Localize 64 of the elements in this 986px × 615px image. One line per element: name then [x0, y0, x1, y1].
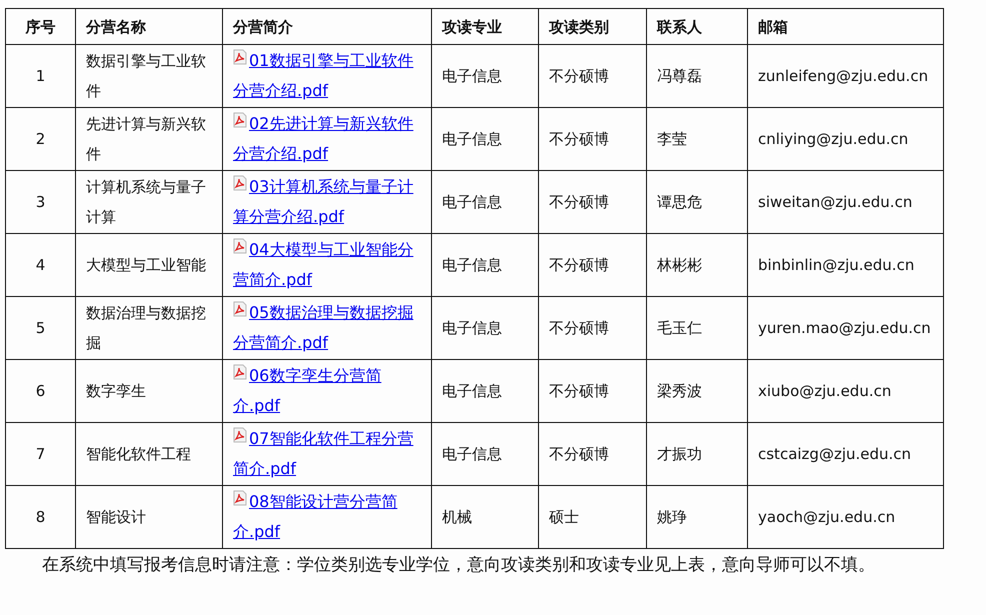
table-cell: 电子信息 — [432, 170, 538, 234]
table-cell: 不分硕博 — [538, 360, 646, 422]
table-cell: 电子信息 — [432, 234, 538, 296]
table-cell: 3 — [6, 170, 76, 234]
table-cell: 不分硕博 — [538, 296, 646, 360]
note-paragraph: 在系统中填写报考信息时请注意：学位类别选专业学位，意向攻读类别和攻读专业见上表，意向导师可以不填。 — [41, 554, 876, 577]
table-cell: 数字孪生 — [76, 360, 222, 422]
table-cell: 先进计算与新兴软件 — [76, 108, 222, 170]
table-cell: 电子信息 — [432, 296, 538, 360]
table-cell: 谭思危 — [646, 170, 748, 234]
table-cell: yaoch@zju.edu.cn — [748, 486, 944, 548]
table-cell: xiubo@zju.edu.cn — [748, 360, 944, 422]
pdf-file-icon — [233, 490, 247, 506]
table-cell: 机械 — [432, 486, 538, 548]
table-cell: 林彬彬 — [646, 234, 748, 296]
table-cell: 毛玉仁 — [646, 296, 748, 360]
table-cell: 1 — [6, 44, 76, 108]
table-cell: 智能设计 — [76, 486, 222, 548]
table-cell: cstcaizg@zju.edu.cn — [748, 422, 944, 486]
table-cell: 智能化软件工程 — [76, 422, 222, 486]
table-cell: 冯尊磊 — [646, 44, 748, 108]
table-cell: 李莹 — [646, 108, 748, 170]
pdf-file-icon — [233, 364, 247, 380]
table-cell: 4 — [6, 234, 76, 296]
pdf-file-icon — [233, 301, 247, 317]
table-cell: 不分硕博 — [538, 108, 646, 170]
column-header: 分营简介 — [222, 8, 432, 44]
table-cell: 大模型与工业智能 — [76, 234, 222, 296]
table-cell: 6 — [6, 360, 76, 422]
table-cell: 数据引擎与工业软件 — [76, 44, 222, 108]
pdf-file-icon — [233, 427, 247, 443]
column-header: 攻读类别 — [538, 8, 646, 44]
column-header: 序号 — [6, 8, 76, 44]
table-cell: 不分硕博 — [538, 234, 646, 296]
table-cell: binbinlin@zju.edu.cn — [748, 234, 944, 296]
table-cell: 电子信息 — [432, 108, 538, 170]
table-cell: 电子信息 — [432, 422, 538, 486]
column-header: 攻读专业 — [432, 8, 538, 44]
table-cell: 数据治理与数据挖掘 — [76, 296, 222, 360]
table-cell: 电子信息 — [432, 44, 538, 108]
table-cell: 梁秀波 — [646, 360, 748, 422]
column-header: 分营名称 — [76, 8, 222, 44]
table-cell: cnliying@zju.edu.cn — [748, 108, 944, 170]
table-cell: 硕士 — [538, 486, 646, 548]
column-header: 邮箱 — [748, 8, 944, 44]
table-cell: 才振功 — [646, 422, 748, 486]
table-cell: 7 — [6, 422, 76, 486]
pdf-file-icon — [233, 112, 247, 128]
table-cell: 不分硕博 — [538, 44, 646, 108]
pdf-file-icon — [233, 49, 247, 65]
table-cell: 不分硕博 — [538, 422, 646, 486]
table-cell: siweitan@zju.edu.cn — [748, 170, 944, 234]
pdf-file-icon — [233, 238, 247, 254]
table-cell: 姚琤 — [646, 486, 748, 548]
pdf-file-icon — [233, 175, 247, 191]
table-cell: 不分硕博 — [538, 170, 646, 234]
table-cell: yuren.mao@zju.edu.cn — [748, 296, 944, 360]
table-cell: 8 — [6, 486, 76, 548]
table-cell: 计算机系统与量子计算 — [76, 170, 222, 234]
table-cell: 2 — [6, 108, 76, 170]
table-cell: zunleifeng@zju.edu.cn — [748, 44, 944, 108]
column-header: 联系人 — [646, 8, 748, 44]
table-cell: 电子信息 — [432, 360, 538, 422]
table-cell: 5 — [6, 296, 76, 360]
